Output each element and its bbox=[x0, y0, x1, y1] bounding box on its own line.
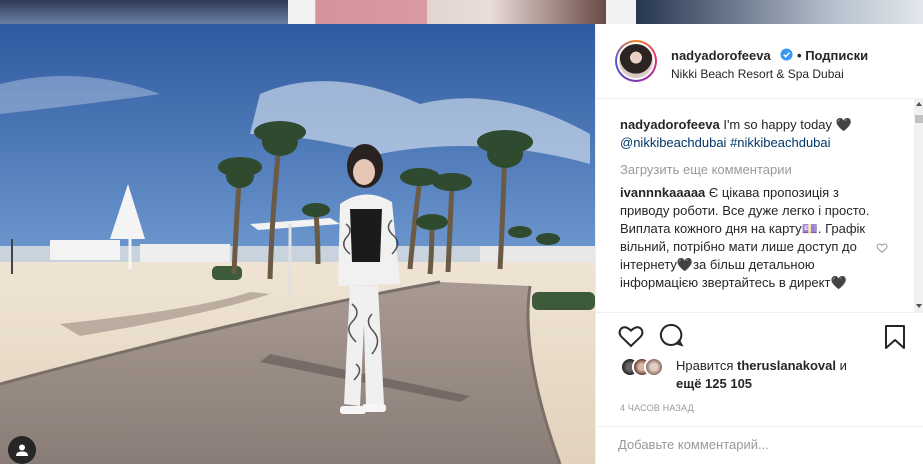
follow-status[interactable]: • Подписки bbox=[797, 48, 868, 63]
caption-text: I'm so happy today 🖤 bbox=[723, 117, 852, 132]
add-comment-input[interactable] bbox=[618, 437, 898, 452]
verified-badge-icon bbox=[780, 48, 793, 61]
caption-tag-mention[interactable]: @nikkibeachdubai bbox=[620, 135, 726, 150]
likes-conjunction: и bbox=[839, 358, 847, 373]
author-avatar[interactable] bbox=[615, 40, 657, 82]
load-more-comments-button[interactable]: Загрузить еще комментарии bbox=[620, 161, 792, 179]
user-tag-button[interactable] bbox=[8, 436, 36, 464]
caption-username[interactable]: nadyadorofeeva bbox=[620, 117, 720, 132]
location-link[interactable]: Nikki Beach Resort & Spa Dubai bbox=[671, 67, 844, 81]
feed-thumbnail bbox=[636, 0, 923, 24]
follow-button-label: Подписки bbox=[805, 48, 869, 63]
post-timestamp[interactable]: 4 ЧАСОВ НАЗАД bbox=[620, 403, 694, 413]
post-photo[interactable] bbox=[0, 24, 595, 464]
user-tag-icon bbox=[16, 444, 28, 456]
avatar-image bbox=[619, 44, 653, 78]
post-header: nadyadorofeeva • Подписки Nikki Beach Re… bbox=[596, 24, 923, 99]
comments-scrollbar[interactable] bbox=[914, 99, 923, 312]
comment-like-heart-icon[interactable] bbox=[876, 242, 888, 254]
liker-avatar[interactable] bbox=[644, 357, 664, 377]
comment-username[interactable]: ivannnkaaaaa bbox=[620, 185, 705, 200]
comment-item: ivannnkaaaaa Є цікава пропозиція з приво… bbox=[620, 184, 872, 292]
likes-text: Нравится theruslanakoval и ещё 125 105 bbox=[676, 357, 847, 393]
scroll-down-arrow-icon[interactable] bbox=[916, 304, 922, 308]
caption-tag-hashtag[interactable]: #nikkibeachdubai bbox=[730, 135, 830, 150]
feed-thumbnail-accent bbox=[315, 0, 427, 24]
scrollbar-thumb[interactable] bbox=[915, 115, 923, 123]
post-sidebar: nadyadorofeeva • Подписки Nikki Beach Re… bbox=[595, 24, 923, 464]
bookmark-icon[interactable] bbox=[884, 324, 906, 350]
add-comment-section bbox=[596, 426, 923, 465]
caption: nadyadorofeeva I'm so happy today 🖤 @nik… bbox=[620, 116, 900, 152]
beach-photo-illustration bbox=[0, 24, 595, 464]
comment-text: Є цікава пропозиція з приводу роботи. Вс… bbox=[620, 185, 870, 290]
likes-count-link[interactable]: ещё 125 105 bbox=[676, 376, 752, 391]
comments-list: nadyadorofeeva I'm so happy today 🖤 @nik… bbox=[596, 99, 914, 312]
feed-thumbnails-strip bbox=[0, 0, 923, 24]
heart-icon[interactable] bbox=[618, 324, 644, 348]
follow-separator: • bbox=[797, 48, 802, 63]
author-username[interactable]: nadyadorofeeva bbox=[671, 48, 771, 63]
scroll-up-arrow-icon[interactable] bbox=[916, 102, 922, 106]
likes-prefix: Нравится bbox=[676, 358, 734, 373]
comment-icon[interactable] bbox=[658, 324, 684, 348]
likes-user-link[interactable]: theruslanakoval bbox=[737, 358, 836, 373]
post-actions-bar bbox=[596, 312, 923, 363]
feed-thumbnail bbox=[0, 0, 288, 24]
